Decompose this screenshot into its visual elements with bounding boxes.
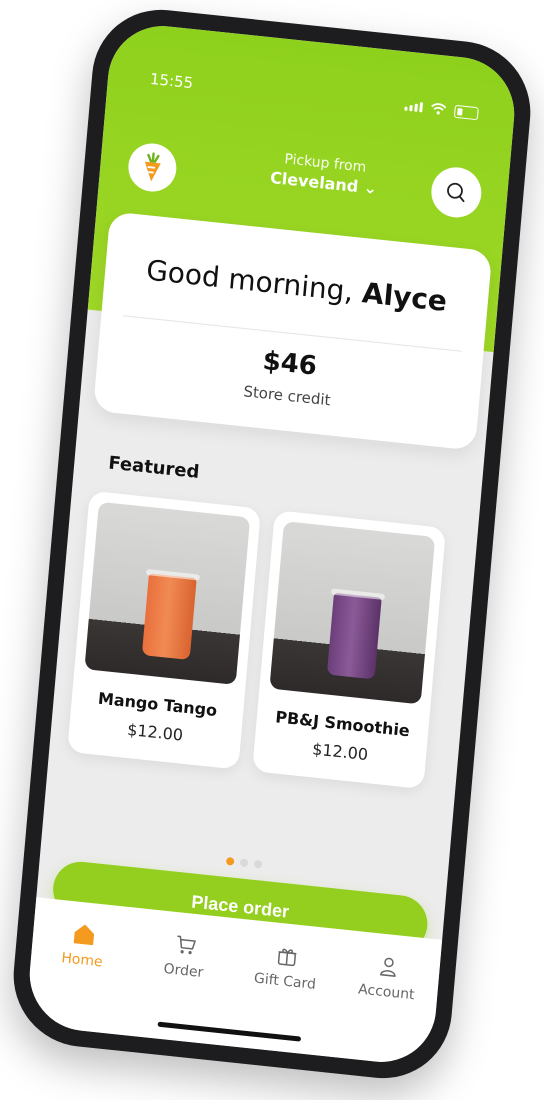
wifi-icon <box>431 103 447 115</box>
smoothie-cup <box>141 573 197 661</box>
status-time: 15:55 <box>149 69 194 93</box>
user-name: Alyce <box>360 276 449 318</box>
product-image <box>84 501 251 685</box>
carousel-dot[interactable] <box>253 859 263 869</box>
tab-label: Home <box>60 950 104 971</box>
product-card[interactable]: Mango Tango $12.00 <box>67 490 262 770</box>
tab-label: Gift Card <box>253 970 317 993</box>
carousel-dot[interactable] <box>225 856 235 866</box>
tab-home[interactable]: Home <box>42 918 126 972</box>
greeting-text: Good morning, Alyce <box>104 249 489 322</box>
home-icon <box>73 924 95 946</box>
account-icon <box>380 957 396 977</box>
carousel-dot[interactable] <box>239 858 249 868</box>
greeting-card: Good morning, Alyce $46 Store credit <box>92 211 493 451</box>
status-icons <box>404 99 479 120</box>
product-card[interactable]: PB&J Smoothie $12.00 <box>252 510 447 790</box>
tab-label: Account <box>357 981 416 1004</box>
product-image <box>269 521 436 705</box>
tab-gift-card[interactable]: Gift Card <box>244 940 328 994</box>
stage: 15:55 Pickup from Cleveland ⌄ Good morni… <box>0 0 544 1100</box>
tab-order[interactable]: Order <box>143 929 227 983</box>
phone-frame: 15:55 Pickup from Cleveland ⌄ Good morni… <box>7 2 537 1086</box>
signal-icon <box>404 101 424 113</box>
gift-icon <box>277 948 297 967</box>
tab-label: Order <box>162 960 204 982</box>
chevron-down-icon: ⌄ <box>362 177 378 199</box>
cart-icon <box>177 935 196 955</box>
greeting-prefix: Good morning, <box>144 253 364 310</box>
smoothie-cup <box>326 592 382 680</box>
tab-account[interactable]: Account <box>346 950 430 1004</box>
battery-icon <box>453 104 479 120</box>
search-icon <box>447 182 465 203</box>
featured-title: Featured <box>107 452 201 483</box>
phone-screen: 15:55 Pickup from Cleveland ⌄ Good morni… <box>25 20 519 1068</box>
